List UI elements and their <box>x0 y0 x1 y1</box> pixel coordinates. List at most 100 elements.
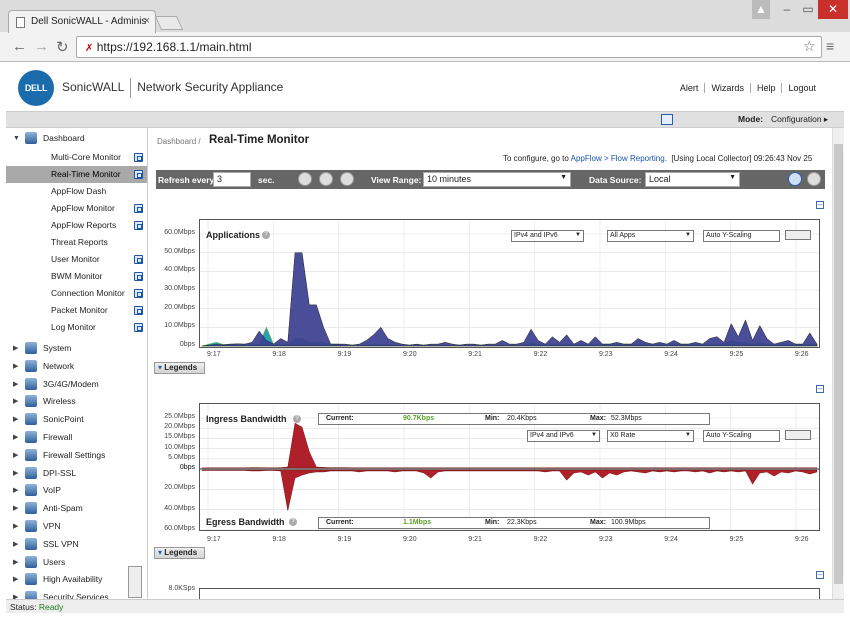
close-window-icon[interactable]: ✕ <box>818 0 848 19</box>
sidebar-item[interactable]: ▶ Firewall <box>6 429 147 446</box>
section-icon <box>25 431 37 443</box>
expand-right-icon[interactable]: ▶ <box>13 554 18 571</box>
flow-reporting-link[interactable]: AppFlow > Flow Reporting. <box>571 154 667 163</box>
configure-icon[interactable] <box>134 255 143 264</box>
sidebar-subitem[interactable]: Real-Time Monitor <box>6 166 147 183</box>
legends-button[interactable]: ▾ Legends <box>154 547 205 559</box>
expand-right-icon[interactable]: ▶ <box>13 518 18 535</box>
data-source-select[interactable]: Local ▼ <box>645 172 740 187</box>
wizards-link[interactable]: Wizards <box>704 83 750 93</box>
sidebar-item[interactable]: ▶ Users <box>6 554 147 571</box>
sidebar-subitem[interactable]: Multi-Core Monitor <box>6 149 147 166</box>
sidebar-label: VoIP <box>43 485 61 496</box>
forward-icon[interactable]: → <box>34 38 49 55</box>
collapse-icon[interactable]: – <box>816 385 824 393</box>
config-info: To configure, go to AppFlow > Flow Repor… <box>503 154 813 163</box>
sidebar-item[interactable]: ▶ System <box>6 340 147 357</box>
expand-right-icon[interactable]: ▶ <box>13 482 18 499</box>
sidebar-item[interactable]: ▶ SonicPoint <box>6 411 147 428</box>
minimize-icon[interactable]: – <box>776 0 798 19</box>
main-content: Dashboard / Real-Time Monitor To configu… <box>150 128 832 600</box>
clear-icon[interactable] <box>298 172 312 186</box>
tools-icon[interactable] <box>340 172 354 186</box>
expand-right-icon[interactable]: ▶ <box>13 393 18 410</box>
play-icon[interactable] <box>807 172 821 186</box>
sidebar-subitem[interactable]: Packet Monitor <box>6 302 147 319</box>
section-icon <box>25 395 37 408</box>
sidebar-label: High Availability <box>43 574 103 585</box>
sidebar-scroller[interactable] <box>128 566 142 598</box>
maximize-icon[interactable]: ▭ <box>798 0 818 19</box>
sidebar-item-dashboard[interactable]: ▼ Dashboard <box>6 130 147 147</box>
close-tab-icon[interactable]: × <box>144 15 150 27</box>
sidebar-item[interactable]: ▶ High Availability <box>6 571 147 588</box>
expand-right-icon[interactable]: ▶ <box>13 465 18 482</box>
configure-icon[interactable] <box>134 221 143 230</box>
address-bar[interactable]: ✗ https://192.168.1.1/main.html <box>76 36 822 58</box>
sidebar-item[interactable]: ▶ VoIP <box>6 482 147 499</box>
expand-right-icon[interactable]: ▶ <box>13 429 18 446</box>
sidebar-subitem-label: Log Monitor <box>51 322 96 332</box>
sidebar-item[interactable]: ▶ SSL VPN <box>6 536 147 553</box>
sidebar-subitem[interactable]: Log Monitor <box>6 319 147 336</box>
refresh-input[interactable]: 3 <box>213 172 251 187</box>
menu-icon[interactable]: ≡ <box>826 38 834 54</box>
sidebar-subitem[interactable]: Connection Monitor <box>6 285 147 302</box>
sidebar-label: Firewall <box>43 432 73 442</box>
reload-icon[interactable]: ↻ <box>56 38 69 56</box>
legends-button[interactable]: ▾ Legends <box>154 362 205 374</box>
configure-icon[interactable] <box>134 153 143 162</box>
sidebar-subitem-label: Connection Monitor <box>51 288 125 298</box>
sidebar-subitem[interactable]: AppFlow Monitor <box>6 200 147 217</box>
expand-right-icon[interactable]: ▶ <box>13 358 18 375</box>
alert-link[interactable]: Alert <box>674 83 705 93</box>
expand-right-icon[interactable]: ▶ <box>13 447 18 464</box>
back-icon[interactable]: ← <box>12 38 27 55</box>
expand-right-icon[interactable]: ▶ <box>13 536 18 553</box>
sidebar-label: Users <box>43 556 66 567</box>
sidebar-item[interactable]: ▶ Network <box>6 358 147 375</box>
expand-right-icon[interactable]: ▶ <box>13 376 18 393</box>
configure-icon[interactable] <box>134 170 143 179</box>
expand-right-icon[interactable]: ▶ <box>13 571 18 588</box>
collapse-icon[interactable]: – <box>816 571 824 579</box>
configure-icon[interactable] <box>134 306 143 315</box>
configure-icon[interactable] <box>134 204 143 213</box>
browser-tab[interactable]: Dell SonicWALL - Adminis × <box>8 10 156 33</box>
mode-toggle[interactable]: Configuration ▸ <box>771 114 828 125</box>
configure-icon[interactable] <box>134 289 143 298</box>
configure-icon[interactable] <box>134 272 143 281</box>
collapse-icon[interactable]: – <box>816 201 824 209</box>
help-link[interactable]: Help <box>749 83 782 93</box>
sidebar-item[interactable]: ▶ Wireless <box>6 393 147 410</box>
sidebar-subitem[interactable]: Threat Reports <box>6 234 147 251</box>
sidebar-subitem-label: User Monitor <box>51 254 100 264</box>
refresh-unit: sec. <box>258 175 275 185</box>
sidebar-item[interactable]: ▶ VPN <box>6 518 147 535</box>
brand: SonicWALL Network Security Appliance <box>62 78 283 98</box>
content-scroll-thumb[interactable] <box>834 144 843 584</box>
configure-icon[interactable] <box>134 323 143 332</box>
expand-right-icon[interactable]: ▶ <box>13 411 18 428</box>
print-icon[interactable] <box>319 172 333 186</box>
expand-right-icon[interactable]: ▶ <box>13 340 18 357</box>
pause-icon[interactable] <box>788 172 802 186</box>
user-icon[interactable]: ▲ <box>752 0 770 19</box>
new-tab-button[interactable] <box>154 16 184 30</box>
sidebar-subitem[interactable]: AppFlow Reports <box>6 217 147 234</box>
sidebar-subitem[interactable]: BWM Monitor <box>6 268 147 285</box>
view-range-select[interactable]: 10 minutes ▼ <box>423 172 571 187</box>
sidebar-item[interactable]: ▶ DPI-SSL <box>6 465 147 482</box>
sidebar-item[interactable]: ▶ Firewall Settings <box>6 447 147 464</box>
sidebar-subitem[interactable]: AppFlow Dash <box>6 183 147 200</box>
expand-down-icon[interactable]: ▼ <box>13 130 20 147</box>
sidebar-item[interactable]: ▶ Anti-Spam <box>6 500 147 517</box>
sidebar-item[interactable]: ▶ 3G/4G/Modem <box>6 376 147 393</box>
expand-right-icon[interactable]: ▶ <box>13 500 18 517</box>
bookmark-star-icon[interactable]: ☆ <box>803 38 816 55</box>
sidebar-subitem[interactable]: User Monitor <box>6 251 147 268</box>
logout-link[interactable]: Logout <box>781 83 822 93</box>
breadcrumb[interactable]: Dashboard / <box>157 137 201 146</box>
status-bar: Status: Ready <box>6 599 844 613</box>
popout-icon[interactable] <box>661 114 673 125</box>
